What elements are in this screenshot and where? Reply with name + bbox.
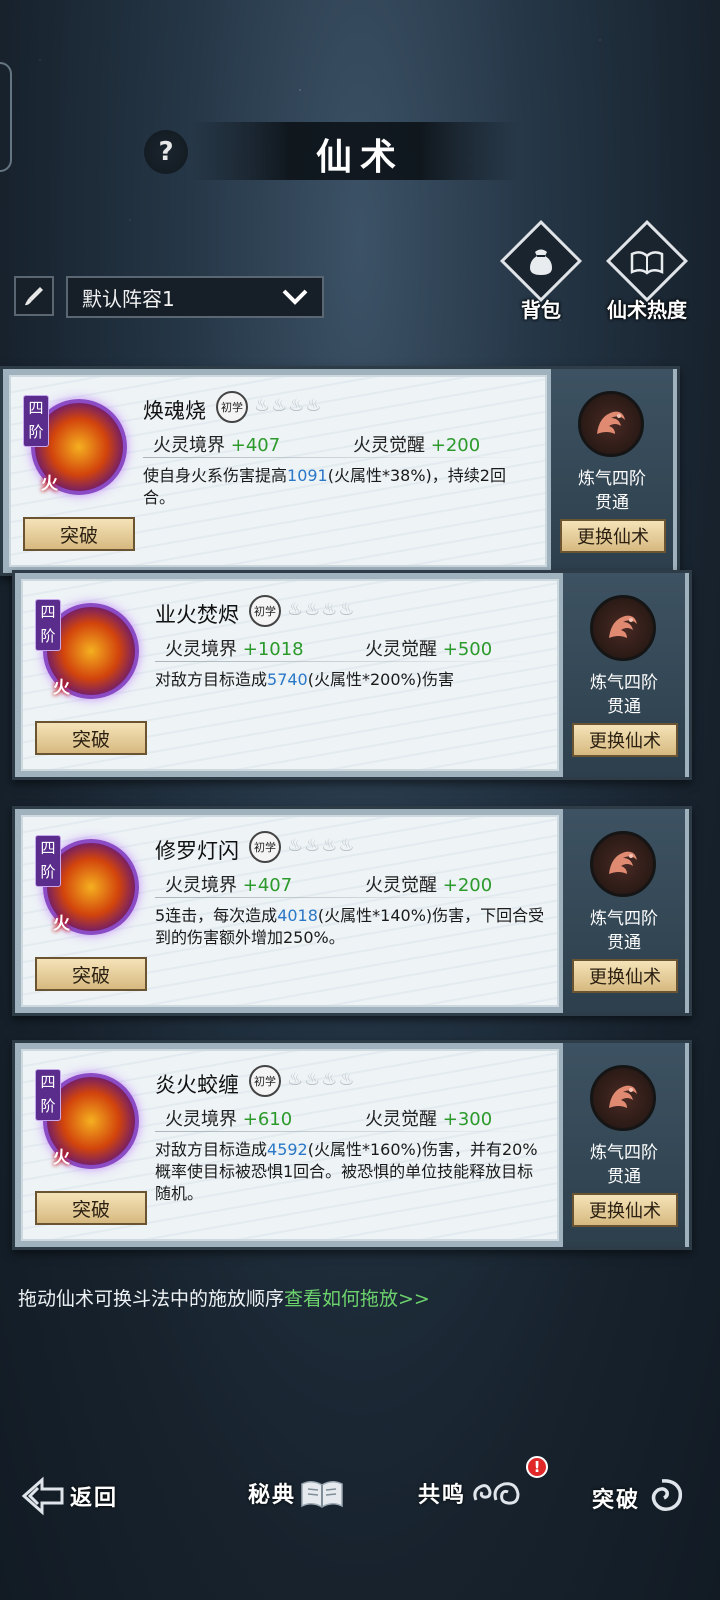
breakthrough-skill-button[interactable]: 突破 (23, 517, 135, 551)
cultivation-text: 炼气四阶 贯通 (578, 469, 646, 513)
bag-icon (530, 249, 552, 275)
stat-awaken: 火灵觉醒 +300 (365, 1109, 493, 1130)
cultivation-text: 炼气四阶 贯通 (590, 909, 658, 953)
skill-name: 炎火蛟缠 (155, 1073, 239, 1097)
cultivation-panel: 炼气四阶 贯通 更换仙术 (563, 809, 685, 1013)
skill-card-body: 四阶 火 突破 业火焚烬 初学 ♨♨♨♨ 火灵境界 +1018 火灵觉醒 +50… (21, 579, 559, 771)
swap-skill-button[interactable]: 更换仙术 (572, 959, 678, 993)
breakthrough-button[interactable]: 突破 (592, 1476, 686, 1520)
skill-card-body: 四阶 火 突破 炎火蛟缠 初学 ♨♨♨♨ 火灵境界 +610 火灵觉醒 +300… (21, 1049, 559, 1241)
stat-awaken: 火灵觉醒 +200 (365, 875, 493, 896)
element-label: 火 (53, 914, 70, 934)
cultivation-panel: 炼气四阶 贯通 更换仙术 (551, 369, 673, 573)
tier-badge: 四阶 (35, 599, 61, 651)
breakthrough-label: 突破 (592, 1487, 641, 1513)
book-icon (630, 251, 664, 275)
flame-rank-icons: ♨♨♨♨ (287, 1069, 356, 1090)
level-badge: 初学 (249, 1065, 281, 1097)
level-badge: 初学 (249, 595, 281, 627)
element-label: 火 (53, 1148, 70, 1168)
breakthrough-skill-button[interactable]: 突破 (35, 1191, 147, 1225)
bag-button[interactable]: 背包 (486, 219, 596, 323)
back-label: 返回 (70, 1485, 119, 1511)
level-badge: 初学 (249, 831, 281, 863)
skill-card[interactable]: 四阶 火 突破 修罗灯闪 初学 ♨♨♨♨ 火灵境界 +407 火灵觉醒 +200… (12, 806, 692, 1016)
phoenix-emblem-icon (590, 1065, 656, 1131)
stat-realm: 火灵境界 +610 (165, 1109, 293, 1130)
manual-button[interactable]: 秘典 (248, 1476, 344, 1510)
help-button[interactable]: ? (144, 130, 188, 174)
skill-card-body: 四阶 火 突破 修罗灯闪 初学 ♨♨♨♨ 火灵境界 +407 火灵觉醒 +200… (21, 815, 559, 1007)
skill-name: 修罗灯闪 (155, 839, 239, 863)
skill-name: 业火焚烬 (155, 603, 239, 627)
stat-awaken: 火灵觉醒 +500 (365, 639, 493, 660)
swap-skill-button[interactable]: 更换仙术 (560, 519, 666, 553)
back-button[interactable]: 返回 (20, 1476, 118, 1516)
flame-rank-icons: ♨♨♨♨ (287, 599, 356, 620)
breakthrough-skill-button[interactable]: 突破 (35, 957, 147, 991)
flame-rank-icons: ♨♨♨♨ (254, 395, 323, 416)
open-book-icon (301, 1481, 343, 1508)
phoenix-emblem-icon (578, 391, 644, 457)
skill-card[interactable]: 四阶 火 突破 业火焚烬 初学 ♨♨♨♨ 火灵境界 +1018 火灵觉醒 +50… (12, 570, 692, 780)
swap-skill-button[interactable]: 更换仙术 (572, 1193, 678, 1227)
stat-realm: 火灵境界 +407 (165, 875, 293, 896)
brush-button[interactable] (14, 276, 54, 316)
cultivation-panel: 炼气四阶 贯通 更换仙术 (563, 573, 685, 777)
lineup-selected-value: 默认阵容1 (82, 286, 175, 311)
cloud-swirl-icon (473, 1482, 520, 1505)
skill-description: 对敌方目标造成4592(火属性*160%)伤害，并有20%概率使目标被恐惧1回合… (155, 1140, 538, 1203)
tier-badge: 四阶 (35, 1069, 61, 1121)
flame-rank-icons: ♨♨♨♨ (287, 835, 356, 856)
hint-text: 拖动仙术可换斗法中的施放顺序 (18, 1288, 285, 1310)
divider (155, 1131, 535, 1132)
manual-label: 秘典 (248, 1482, 297, 1508)
cultivation-text: 炼气四阶 贯通 (590, 673, 658, 717)
tier-badge: 四阶 (35, 835, 61, 887)
stat-realm: 火灵境界 +407 (153, 435, 281, 456)
divider (143, 457, 523, 458)
stat-realm: 火灵境界 +1018 (165, 639, 304, 660)
resonance-notice-badge: ! (526, 1456, 548, 1478)
back-arrow-icon (21, 1476, 64, 1516)
resonance-button[interactable]: 共鸣 (418, 1476, 524, 1510)
skill-card-body: 四阶 火 突破 焕魂烧 初学 ♨♨♨♨ 火灵境界 +407 火灵觉醒 +200 … (9, 375, 547, 567)
element-label: 火 (41, 474, 58, 494)
divider (155, 897, 535, 898)
cultivation-panel: 炼气四阶 贯通 更换仙术 (563, 1043, 685, 1247)
skill-description: 使自身火系伤害提高1091(火属性*38%)，持续2回合。 (143, 466, 506, 507)
side-edge-handle (0, 62, 12, 172)
cultivation-text: 炼气四阶 贯通 (590, 1143, 658, 1187)
skill-description: 对敌方目标造成5740(火属性*200%)伤害 (155, 670, 454, 689)
level-badge: 初学 (216, 391, 248, 423)
phoenix-emblem-icon (590, 595, 656, 661)
skill-card[interactable]: 四阶 火 突破 焕魂烧 初学 ♨♨♨♨ 火灵境界 +407 火灵觉醒 +200 … (0, 366, 680, 576)
breakthrough-skill-button[interactable]: 突破 (35, 721, 147, 755)
skill-name: 焕魂烧 (143, 399, 206, 423)
spiral-icon (651, 1479, 683, 1511)
stat-awaken: 火灵觉醒 +200 (353, 435, 481, 456)
swap-skill-button[interactable]: 更换仙术 (572, 723, 678, 757)
element-label: 火 (53, 678, 70, 698)
skill-heat-button[interactable]: 仙术热度 (592, 219, 702, 323)
brush-icon (25, 287, 43, 306)
page-title: 仙术 (315, 136, 404, 178)
drag-hint: 拖动仙术可换斗法中的施放顺序查看如何拖放>> (18, 1284, 430, 1311)
skill-description: 5连击，每次造成4018(火属性*140%)伤害，下回合受到的伤害额外增加250… (155, 906, 545, 947)
divider (155, 661, 535, 662)
how-to-drag-link[interactable]: 查看如何拖放>> (284, 1288, 430, 1310)
lineup-dropdown[interactable]: 默认阵容1 (66, 276, 324, 318)
resonance-label: 共鸣 (418, 1482, 467, 1508)
tier-badge: 四阶 (23, 395, 49, 447)
skill-card[interactable]: 四阶 火 突破 炎火蛟缠 初学 ♨♨♨♨ 火灵境界 +610 火灵觉醒 +300… (12, 1040, 692, 1250)
phoenix-emblem-icon (590, 831, 656, 897)
chevron-down-icon (282, 289, 308, 305)
